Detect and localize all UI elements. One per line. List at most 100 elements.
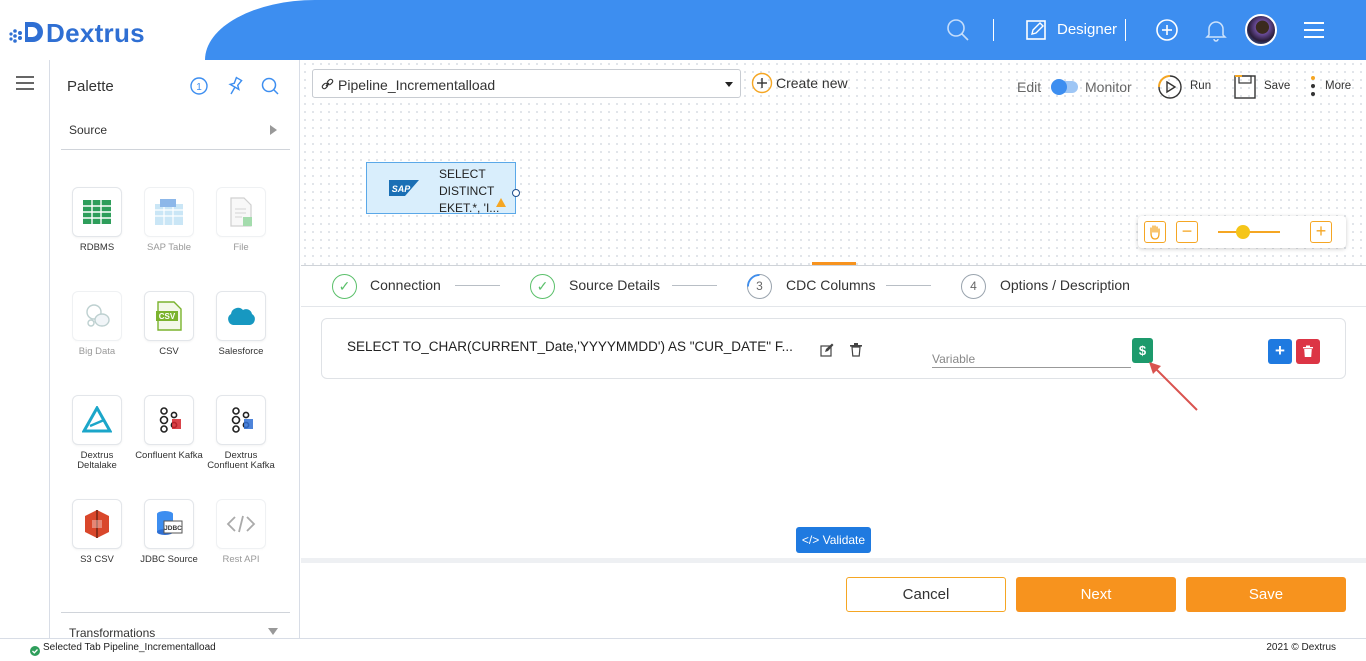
left-sidebar [0, 60, 50, 638]
caret-right-icon[interactable] [270, 125, 277, 135]
palette-tile-dextrus-confluent-kafka[interactable]: Dextrus Confluent Kafka [205, 395, 277, 471]
edit-mode-label[interactable]: Edit [1017, 79, 1041, 95]
validate-button[interactable]: </> Validate [796, 527, 871, 553]
save-toolbar-button[interactable]: Save [1264, 80, 1290, 92]
palette-tile-rdbms[interactable]: RDBMS [61, 187, 133, 253]
pipeline-select[interactable]: Pipeline_Incrementalload [312, 69, 741, 98]
header-bar [205, 0, 1366, 60]
warning-icon [496, 194, 506, 212]
palette-tile-sap-table[interactable]: SAP Table [133, 187, 205, 253]
monitor-mode-label[interactable]: Monitor [1085, 79, 1132, 95]
trash-icon [1303, 345, 1313, 357]
palette-tile-csv[interactable]: CSV CSV [133, 291, 205, 357]
pan-hand-icon[interactable] [1144, 221, 1166, 243]
palette-tile-jdbc-source[interactable]: JDBC JDBC Source [133, 499, 205, 565]
salesforce-icon [216, 291, 266, 341]
cancel-button[interactable]: Cancel [846, 577, 1006, 612]
palette-tile-s3-csv[interactable]: S3 CSV [61, 499, 133, 565]
check-icon: ✓ [530, 274, 555, 299]
palette-tile-big-data[interactable]: Big Data [61, 291, 133, 357]
big-data-icon [72, 291, 122, 341]
source-section-label[interactable]: Source [69, 123, 107, 137]
pin-icon[interactable] [225, 76, 245, 96]
link-icon [321, 78, 334, 96]
step-options-description[interactable]: Options / Description [1000, 277, 1130, 293]
code-icon [216, 499, 266, 549]
footer-divider [301, 558, 1366, 563]
delete-row-button[interactable] [1296, 339, 1320, 364]
next-button[interactable]: Next [1016, 577, 1176, 612]
run-icon[interactable] [1157, 74, 1183, 105]
svg-text:SAP: SAP [392, 184, 412, 194]
plus-circle-icon[interactable] [1155, 18, 1179, 47]
variable-input[interactable] [932, 350, 1131, 368]
status-bar: Selected Tab Pipeline_Incrementalload 20… [0, 638, 1366, 657]
logo[interactable] [9, 19, 45, 45]
designer-label[interactable]: Designer [1057, 21, 1117, 38]
mode-toggle[interactable] [1051, 79, 1078, 95]
create-new-icon[interactable] [751, 72, 773, 99]
bell-icon[interactable] [1205, 18, 1227, 47]
status-message: Selected Tab Pipeline_Incrementalload [43, 642, 216, 653]
palette-tile-dextrus-deltalake[interactable]: Dextrus Deltalake [61, 395, 133, 471]
step-source-details[interactable]: Source Details [569, 277, 660, 293]
run-button[interactable]: Run [1190, 80, 1211, 92]
caret-down-icon[interactable] [268, 628, 278, 635]
logo-mark-icon [9, 22, 43, 43]
tile-label: File [233, 242, 249, 253]
step-connection[interactable]: Connection [370, 277, 441, 293]
create-new-button[interactable]: Create new [776, 75, 848, 91]
tile-label: Rest API [222, 554, 260, 565]
section-divider [61, 149, 290, 150]
tile-label: Dextrus Confluent Kafka [207, 450, 275, 471]
step-connector [672, 285, 717, 286]
add-row-button[interactable]: + [1268, 339, 1292, 364]
zoom-controls: − + [1138, 216, 1346, 248]
info-icon[interactable]: 1 [189, 76, 209, 96]
menu-icon[interactable] [16, 76, 34, 95]
search-icon[interactable] [260, 76, 280, 96]
zoom-out-button[interactable]: − [1176, 221, 1198, 243]
save-button[interactable]: Save [1186, 577, 1346, 612]
svg-text:JDBC: JDBC [164, 525, 182, 532]
header-divider [993, 19, 994, 41]
node-sql-line: SELECT [439, 167, 486, 181]
pipeline-node-sap[interactable]: SAP SELECT DISTINCT EKET.*, 'I... [366, 162, 520, 215]
node-sql-line: EKET.*, 'I... [439, 201, 500, 215]
palette-tile-salesforce[interactable]: Salesforce [205, 291, 277, 357]
svg-text:CSV: CSV [159, 312, 176, 321]
check-icon: ✓ [332, 274, 357, 299]
csv-icon: CSV [144, 291, 194, 341]
hamburger-icon[interactable] [1303, 21, 1325, 44]
code-icon: </> [801, 533, 823, 547]
more-icon[interactable] [1310, 75, 1316, 102]
palette-tile-file[interactable]: File [205, 187, 277, 253]
tile-label: RDBMS [79, 242, 115, 253]
step-progress-arc [747, 274, 772, 304]
avatar[interactable] [1245, 14, 1277, 46]
edit-icon[interactable] [1026, 20, 1048, 45]
tile-label: Big Data [78, 346, 116, 357]
app-header: Dextrus Designer [0, 0, 1366, 60]
jdbc-icon: JDBC [144, 499, 194, 549]
brand-name: Dextrus [46, 18, 145, 48]
step-connector [886, 285, 931, 286]
zoom-in-button[interactable]: + [1310, 221, 1332, 243]
palette-tile-confluent-kafka[interactable]: Confluent Kafka [133, 395, 205, 461]
edit-icon[interactable] [820, 343, 834, 362]
tile-label: Dextrus Deltalake [77, 450, 117, 471]
svg-text:1: 1 [196, 82, 202, 93]
validate-label: Validate [822, 533, 866, 547]
search-icon[interactable] [946, 18, 970, 47]
palette-tile-rest-api[interactable]: Rest API [205, 499, 277, 565]
step-number: 4 [961, 274, 986, 299]
transformations-section-label[interactable]: Transformations [69, 626, 155, 638]
step-cdc-columns[interactable]: CDC Columns [786, 277, 875, 293]
trash-icon[interactable] [850, 343, 862, 362]
tile-label: Salesforce [218, 346, 264, 357]
more-button[interactable]: More [1325, 80, 1351, 92]
zoom-slider-handle[interactable] [1235, 225, 1250, 239]
save-icon[interactable] [1233, 74, 1257, 105]
header-divider [1125, 19, 1126, 41]
node-output-port[interactable] [512, 189, 520, 197]
